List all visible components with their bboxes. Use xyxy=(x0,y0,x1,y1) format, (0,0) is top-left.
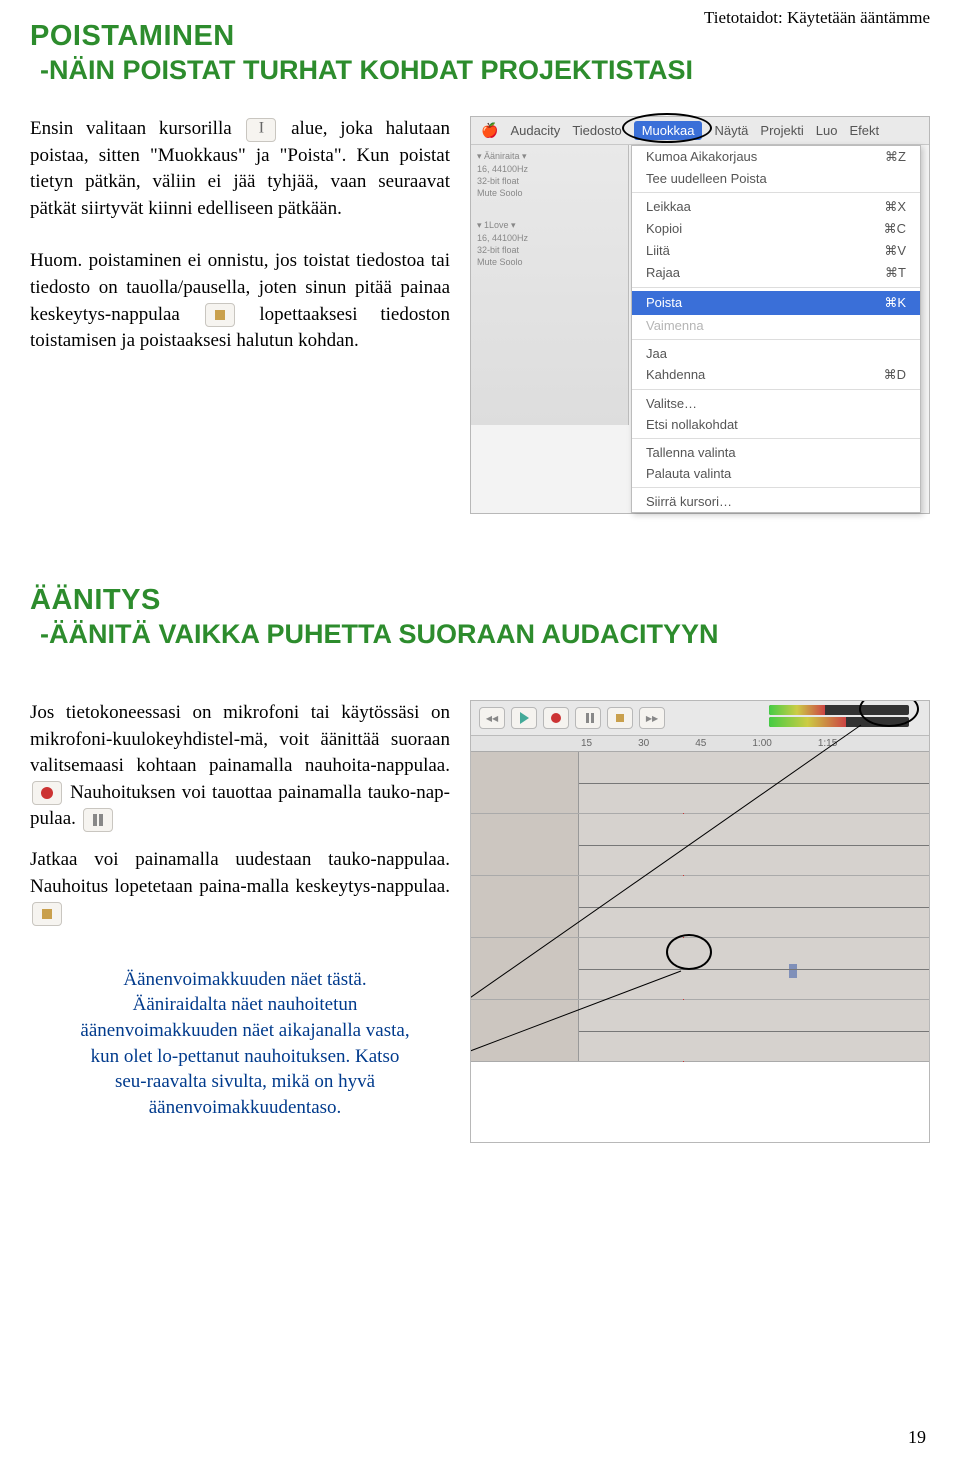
ruler-tick: 30 xyxy=(638,738,649,749)
menubar-item[interactable]: Efekt xyxy=(849,123,879,138)
waveform-area[interactable] xyxy=(579,876,929,937)
menubar-app[interactable]: Audacity xyxy=(510,123,560,138)
dd-item[interactable]: Jaa xyxy=(632,343,920,364)
dd-item[interactable]: Etsi nollakohdat xyxy=(632,414,920,435)
ruler-tick: 1:15 xyxy=(818,738,837,749)
stop-button-icon xyxy=(205,303,235,327)
dd-item[interactable]: Kumoa Aikakorjaus⌘Z xyxy=(632,146,920,168)
dd-sep xyxy=(632,389,920,390)
record-button-icon xyxy=(32,781,62,805)
page-number: 19 xyxy=(908,1427,926,1448)
ruler-tick: 45 xyxy=(695,738,706,749)
pause-button-icon xyxy=(83,808,113,832)
waveform-area[interactable] xyxy=(579,938,929,999)
bubble-text: Äänenvoimakkuuden näet tästä. Ääniraidal… xyxy=(50,949,440,1143)
waveform-area[interactable] xyxy=(579,1000,929,1061)
dd-sep xyxy=(632,487,920,488)
s2-p1a: Jos tietokoneessasi on mikrofoni tai käy… xyxy=(30,702,450,776)
menubar-item[interactable]: Luo xyxy=(816,123,838,138)
page-header-right: Tietotaidot: Käytetään ääntämme xyxy=(704,8,930,28)
dd-item[interactable]: Palauta valinta xyxy=(632,463,920,484)
dd-sep xyxy=(632,287,920,288)
ruler-tick: 15 xyxy=(581,738,592,749)
track-controls[interactable] xyxy=(471,752,579,813)
tracks-area xyxy=(471,752,929,1062)
dd-sep xyxy=(632,438,920,439)
menubar-item-muokkaa[interactable]: Muokkaa xyxy=(634,121,703,140)
menubar-item[interactable]: Projekti xyxy=(760,123,803,138)
s2-p2: Jatkaa voi painamalla uudestaan tauko-na… xyxy=(30,849,450,897)
section-poistaminen: POISTAMINEN -NÄIN POISTAT TURHAT KOHDAT … xyxy=(0,20,960,514)
dd-item[interactable]: Valitse… xyxy=(632,393,920,414)
section2-subtitle: -ÄÄNITÄ VAIKKA PUHETTA SUORAAN AUDACITYY… xyxy=(40,619,930,650)
waveform-area[interactable] xyxy=(579,752,929,813)
apple-menu-icon[interactable]: 🍎 xyxy=(481,122,498,139)
dd-sep xyxy=(632,339,920,340)
dd-item[interactable]: Kopioi⌘C xyxy=(632,218,920,240)
section-aanitys: ÄÄNITYS -ÄÄNITÄ VAIKKA PUHETTA SUORAAN A… xyxy=(0,584,960,1143)
transport-toolbar xyxy=(471,701,929,736)
timeline-ruler[interactable]: 15 30 45 1:00 1:15 xyxy=(471,736,929,752)
dd-item[interactable]: Rajaa⌘T xyxy=(632,262,920,284)
audacity-recording-screenshot: 15 30 45 1:00 1:15 xyxy=(470,700,930,1143)
stop-button-icon xyxy=(32,902,62,926)
audio-track[interactable] xyxy=(471,876,929,938)
track-panel: ▾ Ääniraita ▾ 16, 44100Hz 32-bit float M… xyxy=(471,145,629,425)
section2-body: Jos tietokoneessasi on mikrofoni tai käy… xyxy=(30,700,450,1143)
track-controls[interactable] xyxy=(471,814,579,875)
stop-button[interactable] xyxy=(607,707,633,729)
ibeam-cursor-icon xyxy=(246,118,276,142)
play-button[interactable] xyxy=(511,707,537,729)
dd-item: Vaimenna xyxy=(632,315,920,336)
dd-item[interactable]: Liitä⌘V xyxy=(632,240,920,262)
dd-item[interactable]: Tee uudelleen Poista xyxy=(632,168,920,189)
pause-button[interactable] xyxy=(575,707,601,729)
dd-item-poista[interactable]: Poista⌘K xyxy=(632,291,920,315)
section1-body: Ensin valitaan kursorilla alue, joka hal… xyxy=(30,116,450,514)
track-controls[interactable] xyxy=(471,938,579,999)
track-controls[interactable] xyxy=(471,876,579,937)
menubar-item[interactable]: Näytä xyxy=(714,123,748,138)
record-button[interactable] xyxy=(543,707,569,729)
dd-item[interactable]: Kahdenna⌘D xyxy=(632,364,920,386)
dd-item[interactable]: Leikkaa⌘X xyxy=(632,196,920,218)
fast-forward-button[interactable] xyxy=(639,707,665,729)
dd-item[interactable]: Siirrä kursori… xyxy=(632,491,920,512)
audacity-menu-screenshot: 🍎 Audacity Tiedosto Muokkaa Näytä Projek… xyxy=(470,116,930,514)
waveform-area[interactable] xyxy=(579,814,929,875)
audio-track[interactable] xyxy=(471,752,929,814)
edit-dropdown: Kumoa Aikakorjaus⌘Z Tee uudelleen Poista… xyxy=(631,145,921,513)
dd-item[interactable]: Tallenna valinta xyxy=(632,442,920,463)
section1-subtitle: -NÄIN POISTAT TURHAT KOHDAT PROJEKTISTAS… xyxy=(40,55,930,86)
highlight-circle-icon xyxy=(666,934,712,970)
menubar-item[interactable]: Tiedosto xyxy=(572,123,621,138)
track-controls[interactable] xyxy=(471,1000,579,1061)
rewind-button[interactable] xyxy=(479,707,505,729)
dd-sep xyxy=(632,192,920,193)
menubar-muokkaa-label: Muokkaa xyxy=(642,123,695,138)
ruler-tick: 1:00 xyxy=(752,738,771,749)
audio-track[interactable] xyxy=(471,814,929,876)
section2-title: ÄÄNITYS xyxy=(30,584,930,617)
menubar: 🍎 Audacity Tiedosto Muokkaa Näytä Projek… xyxy=(471,117,929,145)
s1-p1a: Ensin valitaan kursorilla xyxy=(30,118,232,139)
recorded-waveform xyxy=(789,964,797,978)
callout-bubble: Äänenvoimakkuuden näet tästä. Ääniraidal… xyxy=(50,949,450,1143)
audio-track[interactable] xyxy=(471,1000,929,1062)
